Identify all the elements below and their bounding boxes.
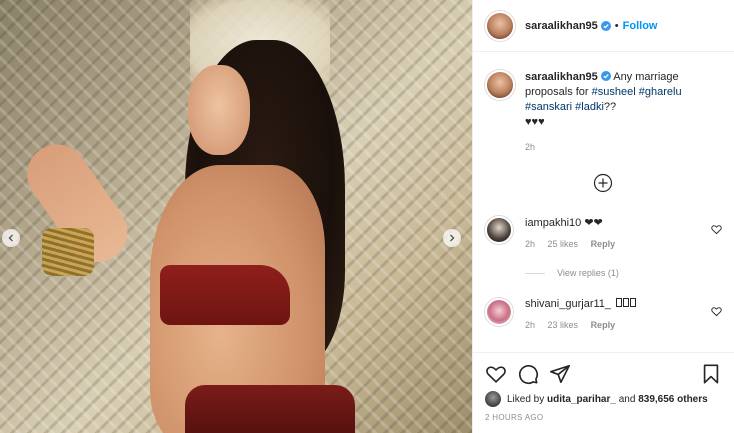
follow-button[interactable]: Follow xyxy=(623,20,658,32)
avatar[interactable] xyxy=(485,216,513,244)
verified-badge-icon xyxy=(600,71,611,81)
caption-text: saraalikhan95 Any marriage proposals for… xyxy=(525,70,724,130)
bookmark-icon[interactable] xyxy=(700,363,722,385)
caption-username-link[interactable]: saraalikhan95 xyxy=(525,71,598,83)
avatar[interactable] xyxy=(485,10,515,41)
post-side-panel: saraalikhan95 • Follow saraalikhan95 Any… xyxy=(472,0,734,433)
verified-badge-icon xyxy=(600,20,611,31)
chevron-right-icon xyxy=(450,234,455,242)
avatar[interactable] xyxy=(485,70,515,100)
liker-username-link[interactable]: udita_parihar_ xyxy=(547,394,616,405)
post-actions: Liked by udita_parihar_ and 839,656 othe… xyxy=(473,352,734,433)
likes-count-link[interactable]: 839,656 others xyxy=(638,394,708,405)
comment-item: shivani_gurjar11_ 2h 23 likes Reply xyxy=(485,298,724,330)
photo-bangles xyxy=(42,228,94,276)
heart-icon[interactable] xyxy=(711,306,722,317)
photo-face xyxy=(188,65,250,155)
comment-likes[interactable]: 23 likes xyxy=(548,320,579,330)
next-photo-button[interactable] xyxy=(443,229,461,247)
heart-icon[interactable] xyxy=(485,363,507,385)
hashtag-link[interactable]: #sanskari xyxy=(525,101,572,113)
caption-timestamp: 2h xyxy=(525,142,536,152)
post-header: saraalikhan95 • Follow xyxy=(473,0,734,52)
likes-middle: and xyxy=(615,393,639,405)
comment-likes[interactable]: 25 likes xyxy=(548,239,579,249)
header-user: saraalikhan95 • Follow xyxy=(525,20,657,32)
reply-button[interactable]: Reply xyxy=(591,239,616,249)
comment-text: ❤❤ xyxy=(581,217,603,229)
post-timestamp[interactable]: 2 HOURS AGO xyxy=(485,413,722,422)
action-icons xyxy=(485,363,722,385)
plus-circle-icon[interactable] xyxy=(593,173,613,193)
comment-meta: 2h 23 likes Reply xyxy=(525,320,636,330)
comment-body: iampakhi10 ❤❤ 2h 25 likes Reply xyxy=(525,216,625,249)
replies-divider xyxy=(525,272,545,274)
view-replies-label: View replies (1) xyxy=(557,268,619,278)
emoji-placeholders xyxy=(616,298,637,310)
share-icon[interactable] xyxy=(549,363,571,385)
comment-username-link[interactable]: shivani_gurjar11_ xyxy=(525,298,611,310)
likes-prefix: Liked by xyxy=(507,393,548,405)
photo-blouse xyxy=(160,265,290,325)
hashtag-link[interactable]: #susheel xyxy=(592,86,636,98)
hashtag-link[interactable]: #ladki xyxy=(575,101,604,113)
comment-body: shivani_gurjar11_ 2h 23 likes Reply xyxy=(525,298,637,330)
chevron-left-icon xyxy=(8,234,13,242)
photo-skirt xyxy=(185,385,355,433)
avatar[interactable] xyxy=(485,298,513,326)
view-replies-link[interactable]: View replies (1) xyxy=(525,268,619,278)
separator-dot: • xyxy=(614,19,619,32)
post-photo[interactable] xyxy=(0,0,472,433)
username-link[interactable]: saraalikhan95 xyxy=(525,20,598,32)
reply-button[interactable]: Reply xyxy=(591,320,616,330)
hashtag-link[interactable]: #gharelu xyxy=(639,86,682,98)
caption-emoji: ♥♥♥ xyxy=(525,116,545,128)
liker-avatar[interactable] xyxy=(485,391,501,407)
likes-summary: Liked by udita_parihar_ and 839,656 othe… xyxy=(485,391,722,407)
comment-icon[interactable] xyxy=(517,363,539,385)
caption: saraalikhan95 Any marriage proposals for… xyxy=(485,70,724,130)
comment-username-link[interactable]: iampakhi10 xyxy=(525,217,581,229)
comment-text xyxy=(611,298,614,310)
comment-item: iampakhi10 ❤❤ 2h 25 likes Reply xyxy=(485,216,724,249)
heart-icon[interactable] xyxy=(711,224,722,235)
likes-text: Liked by udita_parihar_ and 839,656 othe… xyxy=(507,394,708,405)
previous-photo-button[interactable] xyxy=(2,229,20,247)
comment-time: 2h xyxy=(525,320,536,330)
comment-time: 2h xyxy=(525,239,536,249)
comment-meta: 2h 25 likes Reply xyxy=(525,239,625,249)
caption-text-after: ?? xyxy=(603,101,617,113)
